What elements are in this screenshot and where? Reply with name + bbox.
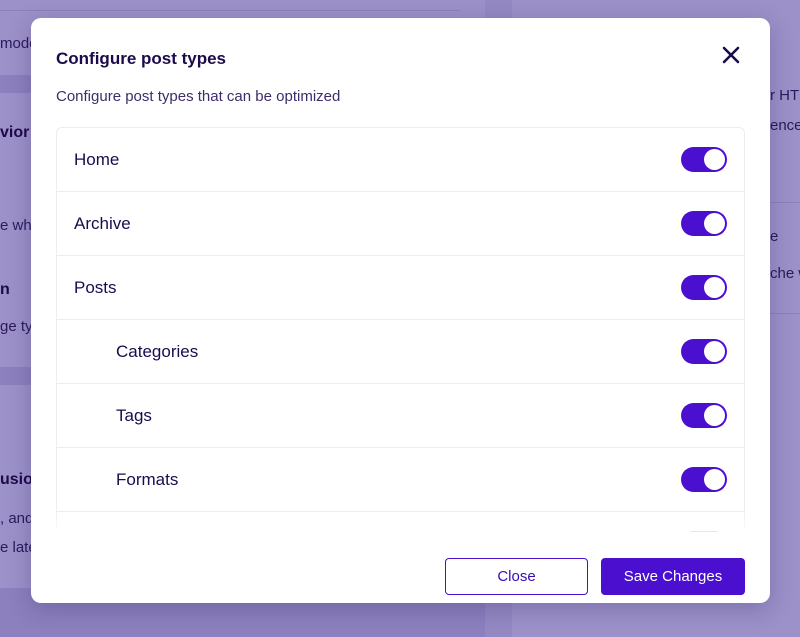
background-divider	[0, 10, 460, 11]
posts-toggle[interactable]	[681, 275, 727, 300]
close-button[interactable]: Close	[445, 558, 588, 595]
categories-toggle[interactable]	[681, 339, 727, 364]
save-changes-button[interactable]: Save Changes	[601, 558, 745, 595]
list-fade-overlay	[56, 513, 745, 543]
post-type-row-archive: Archive	[57, 192, 744, 256]
modal-title: Configure post types	[56, 49, 227, 68]
post-type-row-posts: Posts	[57, 256, 744, 320]
configure-post-types-modal: Configure post types Configure post type…	[31, 18, 770, 603]
post-type-label: Categories	[116, 341, 199, 361]
tags-toggle[interactable]	[681, 403, 727, 428]
modal-subtitle: Configure post types that can be optimiz…	[56, 88, 341, 105]
post-type-row-home: Home	[57, 128, 744, 192]
post-type-row-formats: Formats	[57, 448, 744, 512]
toggle-knob	[704, 213, 725, 234]
background-text: r HT	[770, 87, 800, 104]
background-text: e wh	[0, 217, 32, 234]
toggle-knob	[704, 277, 725, 298]
formats-toggle[interactable]	[681, 467, 727, 492]
toggle-knob	[704, 469, 725, 490]
home-toggle[interactable]	[681, 147, 727, 172]
toggle-knob	[704, 341, 725, 362]
post-type-label: Tags	[116, 405, 152, 425]
post-type-row-categories: Categories	[57, 320, 744, 384]
post-type-row-tags: Tags	[57, 384, 744, 448]
post-type-label: Formats	[116, 469, 179, 489]
post-type-label: Posts	[74, 277, 117, 297]
archive-toggle[interactable]	[681, 211, 727, 236]
post-type-label: Archive	[74, 213, 131, 233]
background-text: e	[770, 228, 779, 245]
toggle-knob	[704, 149, 725, 170]
background-heading: vior	[0, 124, 30, 141]
close-x-icon[interactable]	[719, 43, 743, 67]
post-type-list[interactable]: Home Archive Posts Categories Tags Forma…	[56, 127, 745, 532]
background-text: ge ty	[0, 318, 33, 335]
background-text: che w	[770, 265, 800, 282]
background-heading: n	[0, 281, 10, 298]
toggle-knob	[704, 405, 725, 426]
post-type-label: Home	[74, 149, 120, 169]
background-text: , and	[0, 510, 34, 527]
background-text: ence	[770, 117, 800, 134]
